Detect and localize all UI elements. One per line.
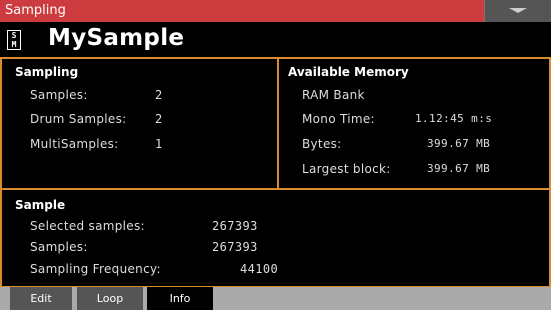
page-title: MySample <box>48 25 185 51</box>
sampling-title: Sampling <box>15 65 79 79</box>
drum-samples-value: 2 <box>155 112 163 126</box>
sample-samples-value: 267393 <box>212 240 258 254</box>
sample-samples-label: Samples: <box>30 240 88 254</box>
selected-samples-value: 267393 <box>212 219 258 233</box>
samples-value: 2 <box>155 88 163 102</box>
ram-bank-label: RAM Bank <box>302 88 365 102</box>
mono-time-value: 1.12:45 m:s <box>415 112 493 125</box>
largest-block-label: Largest block: <box>302 162 391 176</box>
window-title: Sampling <box>5 3 66 18</box>
bytes-value: 399.67 MB <box>427 137 491 150</box>
samples-label: Samples: <box>30 88 88 102</box>
sample-title: Sample <box>15 198 66 212</box>
sample-icon: S M <box>7 30 21 50</box>
largest-block-value: 399.67 MB <box>427 162 491 175</box>
chevron-down-icon <box>509 8 527 13</box>
memory-title: Available Memory <box>288 65 409 79</box>
tab-loop[interactable]: Loop <box>77 287 143 310</box>
sample-icon-bottom: M <box>11 40 17 49</box>
selected-samples-label: Selected samples: <box>30 219 145 233</box>
sampling-frequency-value: 44100 <box>240 262 279 276</box>
mono-time-label: Mono Time: <box>302 112 375 126</box>
page-menu-button[interactable] <box>484 0 551 22</box>
multisamples-label: MultiSamples: <box>30 137 119 151</box>
sampling-frequency-label: Sampling Frequency: <box>30 262 161 276</box>
sample-icon-top: S <box>11 31 17 40</box>
multisamples-value: 1 <box>155 137 163 151</box>
tab-info[interactable]: Info <box>147 287 213 310</box>
bytes-label: Bytes: <box>302 137 342 151</box>
drum-samples-label: Drum Samples: <box>30 112 127 126</box>
title-bar: Sampling <box>0 0 551 22</box>
tab-edit[interactable]: Edit <box>10 287 72 310</box>
